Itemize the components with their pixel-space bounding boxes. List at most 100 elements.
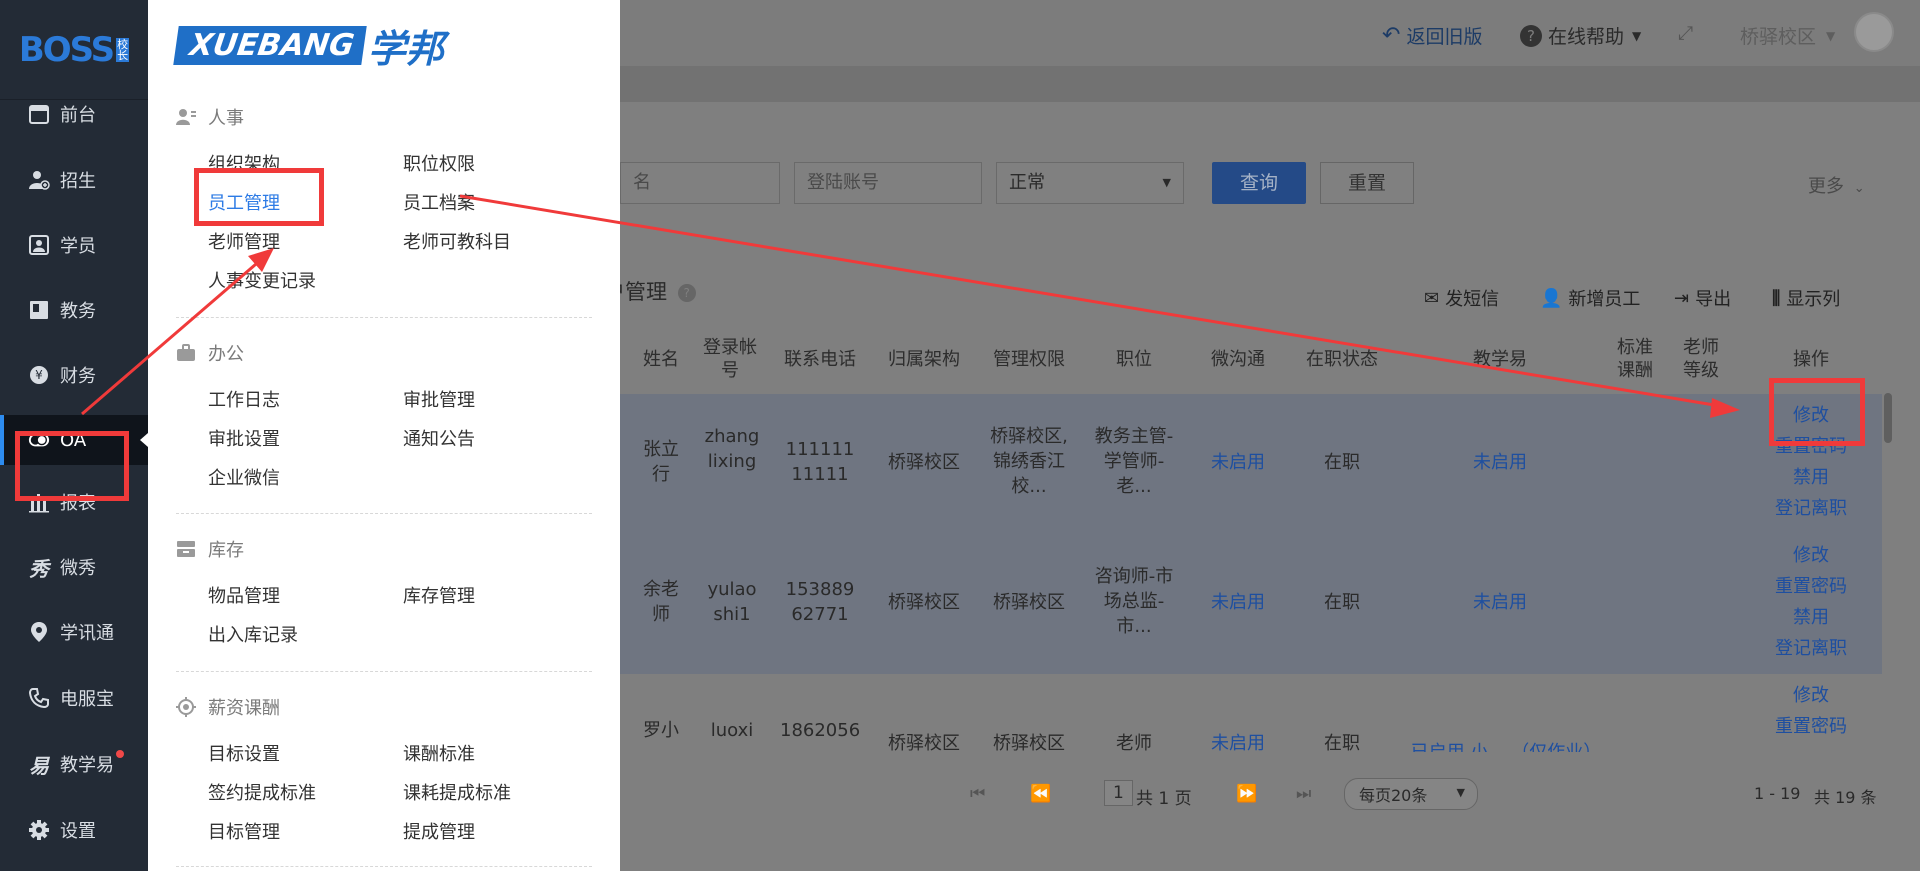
- edit-link[interactable]: 修改: [1746, 680, 1876, 711]
- annotation-box-oa: [15, 431, 129, 501]
- cell-org: 桥驿校区: [888, 452, 960, 473]
- page-size-value: 每页20条: [1359, 786, 1428, 805]
- cell-phone: 15388962771: [785, 579, 855, 625]
- menu-item-consumption-commission[interactable]: 课耗提成标准: [403, 779, 511, 805]
- section-title: 办公: [208, 344, 244, 365]
- edit-link[interactable]: 修改: [1746, 540, 1876, 571]
- sidebar-item-label: 学员: [60, 236, 96, 257]
- cell-phone: 11111111111: [785, 439, 855, 485]
- disable-link[interactable]: 禁用: [1746, 462, 1876, 493]
- cell-jxy[interactable]: 未启用: [1454, 450, 1546, 475]
- logo-text: BOSS: [18, 29, 115, 70]
- export-button[interactable]: ⇥ 导出: [1674, 285, 1731, 311]
- menu-item-target-settings[interactable]: 目标设置: [208, 740, 280, 766]
- register-leave-link[interactable]: 登记离职: [1746, 493, 1876, 524]
- query-button[interactable]: 查询: [1212, 162, 1306, 204]
- help-menu[interactable]: ? 在线帮助 ▼: [1520, 22, 1641, 49]
- sidebar-item-7[interactable]: 秀微秀: [0, 542, 148, 592]
- target-icon: [176, 697, 196, 717]
- boss-logo: BOSS 校长: [0, 0, 148, 100]
- back-old-version-link[interactable]: ↶ 返回旧版: [1382, 22, 1482, 49]
- show-columns-button[interactable]: ⫼ 显示列: [1772, 285, 1840, 311]
- col-header-std-fee: 标准课酬: [1617, 337, 1653, 381]
- cell-wechat[interactable]: 未启用: [1198, 590, 1278, 615]
- menu-item-staff-archive[interactable]: 员工档案: [403, 189, 475, 215]
- name-search-input[interactable]: 名: [620, 162, 780, 204]
- cell-name: 余老师: [643, 579, 679, 625]
- divider: [176, 671, 592, 672]
- col-header-wechat: 微沟通: [1211, 349, 1265, 370]
- row-actions: 修改 重置密码 禁用 登记离职: [1746, 540, 1876, 664]
- menu-item-teacher-subjects[interactable]: 老师可教科目: [403, 228, 511, 254]
- sidebar-item-4[interactable]: ¥ 财务: [0, 350, 148, 400]
- sidebar-item-2[interactable]: 学员: [0, 220, 148, 270]
- menu-item-commission-management[interactable]: 提成管理: [403, 818, 475, 844]
- sidebar-item-label: 微秀: [60, 558, 96, 579]
- menu-item-stock-management[interactable]: 库存管理: [403, 582, 475, 608]
- menu-item-stock-io-log[interactable]: 出入库记录: [208, 621, 298, 647]
- table-row: 罗小 luoxi 1862056 桥驿校区 桥驿校区 老师 未启用 在职 已启用…: [620, 674, 1882, 752]
- sidebar-item-10[interactable]: 易教学易: [0, 739, 148, 789]
- menu-item-position-permission[interactable]: 职位权限: [403, 150, 475, 176]
- menu-item-work-log[interactable]: 工作日志: [208, 386, 280, 412]
- avatar[interactable]: [1854, 12, 1894, 52]
- fullscreen-icon[interactable]: ⤢: [1678, 22, 1693, 44]
- sidebar-item-8[interactable]: 学讯通: [0, 607, 148, 657]
- total-count: 共 19 条: [1814, 788, 1877, 807]
- first-page-icon[interactable]: ⏮: [970, 784, 985, 804]
- cell-account: zhanglixing: [704, 426, 760, 472]
- reset-button[interactable]: 重置: [1320, 162, 1414, 204]
- sidebar-item-0[interactable]: 前台: [0, 89, 148, 139]
- menu-item-goods-management[interactable]: 物品管理: [208, 582, 280, 608]
- cell-status: 在职: [1324, 733, 1360, 752]
- top-bar: ↶ 返回旧版 ? 在线帮助 ▼ ⤢ 桥驿校区 ▼: [620, 0, 1920, 66]
- table-scrollbar[interactable]: [1884, 393, 1892, 443]
- sidebar-item-label: 学讯通: [60, 623, 114, 644]
- menu-item-target-management[interactable]: 目标管理: [208, 818, 280, 844]
- menu-item-notices[interactable]: 通知公告: [403, 425, 475, 451]
- campus-selector[interactable]: 桥驿校区 ▼: [1740, 22, 1835, 49]
- menu-item-wecom[interactable]: 企业微信: [208, 464, 280, 490]
- menu-item-teacher-management[interactable]: 老师管理: [208, 228, 280, 254]
- menu-item-signing-commission[interactable]: 签约提成标准: [208, 779, 316, 805]
- status-select[interactable]: 正常 ▼: [996, 162, 1184, 204]
- cell-permission: 桥驿校区: [993, 592, 1065, 613]
- prev-page-icon[interactable]: ⏪: [1030, 784, 1051, 804]
- next-page-icon[interactable]: ⏩: [1236, 784, 1257, 804]
- more-toggle[interactable]: 更多 ⌄: [1808, 172, 1865, 198]
- page-size-select[interactable]: 每页20条 ▼: [1344, 778, 1478, 810]
- cell-wechat[interactable]: 未启用: [1198, 731, 1278, 752]
- sidebar-item-3[interactable]: 教务: [0, 285, 148, 335]
- col-header-status: 在职状态: [1306, 349, 1378, 370]
- cell-status: 在职: [1324, 452, 1360, 473]
- cell-jxy[interactable]: 已启用 小 ...（仅作业）: [1406, 740, 1606, 752]
- menu-item-hr-change-log[interactable]: 人事变更记录: [208, 267, 316, 293]
- page-input[interactable]: 1: [1104, 780, 1133, 806]
- register-leave-link[interactable]: 登记离职: [1746, 633, 1876, 664]
- export-icon: ⇥: [1674, 287, 1690, 309]
- add-staff-button[interactable]: 👤 新增员工: [1540, 285, 1640, 311]
- reset-password-link[interactable]: 重置密码: [1746, 571, 1876, 602]
- sidebar-item-11[interactable]: 设置: [0, 805, 148, 855]
- cell-position: 教务主管-学管师-老...: [1094, 426, 1174, 497]
- disable-link[interactable]: 禁用: [1746, 602, 1876, 633]
- phone-icon: [28, 687, 50, 709]
- col-header-phone: 联系电话: [784, 349, 856, 370]
- logo-badge: 校长: [116, 37, 130, 62]
- col-header-teacher-level: 老师等级: [1683, 337, 1719, 381]
- send-sms-button[interactable]: ✉ 发短信: [1424, 285, 1499, 311]
- last-page-icon[interactable]: ⏭: [1296, 784, 1311, 804]
- location-icon: [28, 621, 50, 643]
- account-search-input[interactable]: 登陆账号: [794, 162, 982, 204]
- sidebar-item-1[interactable]: 招生: [0, 155, 148, 205]
- sidebar-item-9[interactable]: 电服宝: [0, 673, 148, 723]
- menu-item-approval-management[interactable]: 审批管理: [403, 386, 475, 412]
- menu-item-approval-settings[interactable]: 审批设置: [208, 425, 280, 451]
- sidebar-item-label: 电服宝: [60, 689, 114, 710]
- sidebar-item-label: 教务: [60, 301, 96, 322]
- menu-item-fee-standard[interactable]: 课酬标准: [403, 740, 475, 766]
- cell-jxy[interactable]: 未启用: [1454, 590, 1546, 615]
- reset-password-link[interactable]: 重置密码: [1746, 711, 1876, 742]
- cell-status: 在职: [1324, 592, 1360, 613]
- cell-wechat[interactable]: 未启用: [1198, 450, 1278, 475]
